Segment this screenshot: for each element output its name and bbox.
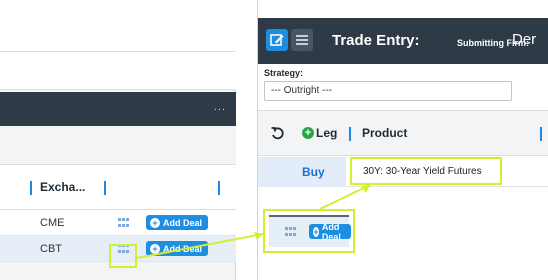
plus-icon: + xyxy=(313,226,319,237)
strategy-label: Strategy: xyxy=(264,68,304,78)
add-deal-button[interactable]: + Add Deal xyxy=(146,215,209,230)
column-separator xyxy=(218,181,220,195)
plus-icon: + xyxy=(150,217,160,228)
table-row[interactable]: CME + Add Deal xyxy=(0,210,236,236)
add-leg-button[interactable]: Leg xyxy=(316,126,337,140)
strategy-select[interactable]: --- Outright --- xyxy=(264,81,512,101)
add-deal-button[interactable]: + Add Deal xyxy=(146,241,209,256)
column-header-product[interactable]: Product xyxy=(362,126,407,140)
instrument-panel: ... Excha... CME + Add Deal CBT + Add De… xyxy=(0,0,236,280)
add-deal-label: Add Deal xyxy=(321,221,341,242)
list-icon[interactable] xyxy=(291,29,313,51)
side-value: Buy xyxy=(302,165,325,179)
side-cell[interactable]: Buy xyxy=(258,157,346,187)
plus-icon[interactable]: + xyxy=(302,127,314,139)
column-separator xyxy=(30,181,32,195)
add-deal-label: Add Deal xyxy=(163,217,203,228)
undo-icon[interactable] xyxy=(270,126,284,140)
edit-icon[interactable] xyxy=(266,29,288,51)
left-toolbar xyxy=(0,0,236,52)
grid-icon xyxy=(285,227,297,237)
left-spacer xyxy=(0,126,236,164)
product-highlight xyxy=(350,157,502,185)
column-separator xyxy=(349,127,351,141)
leg-toolbar: + Leg Product xyxy=(258,110,548,156)
add-deal-preview: + Add Deal xyxy=(309,221,352,242)
drag-preview-row: + Add Deal xyxy=(269,215,352,247)
grid-icon[interactable] xyxy=(118,218,130,228)
table-header: Excha... xyxy=(0,164,236,210)
drag-handle-highlight xyxy=(109,244,137,268)
column-separator xyxy=(104,181,106,195)
exchange-cell: CBT xyxy=(40,243,62,255)
column-separator xyxy=(540,127,542,141)
drag-preview-callout: + Add Deal xyxy=(263,209,355,253)
trade-entry-header: Trade Entry: Submitting Firm: Der xyxy=(258,18,548,64)
exchange-cell: CME xyxy=(40,217,65,229)
submitting-firm-value: Der xyxy=(512,31,537,48)
left-subbar xyxy=(0,52,236,90)
add-deal-label: Add Deal xyxy=(163,243,203,254)
plus-icon: + xyxy=(150,243,160,254)
column-header-exchange[interactable]: Excha... xyxy=(40,180,85,194)
more-icon[interactable]: ... xyxy=(214,101,226,113)
page-title: Trade Entry: xyxy=(332,32,420,49)
left-panel-header: ... xyxy=(0,92,236,126)
